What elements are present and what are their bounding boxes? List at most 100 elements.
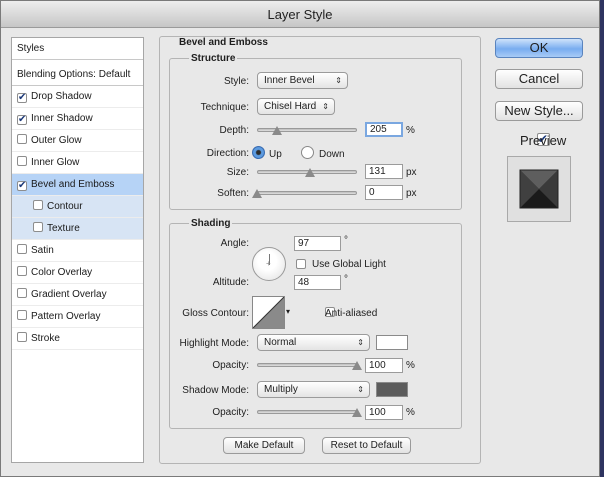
style-label: Style:: [223, 76, 249, 87]
shadow-color-swatch[interactable]: [376, 382, 408, 397]
blending-options[interactable]: Blending Options: Default: [12, 64, 143, 86]
style-item-inner-glow[interactable]: Inner Glow: [12, 152, 143, 174]
size-field[interactable]: 131: [365, 164, 403, 179]
angle-field[interactable]: 97: [294, 236, 341, 251]
style-checkbox[interactable]: [17, 244, 27, 254]
style-checkbox[interactable]: [17, 134, 27, 144]
style-checkbox[interactable]: [17, 310, 27, 320]
direction-up-radio[interactable]: [252, 146, 265, 159]
style-item-label: Texture: [47, 223, 80, 234]
styles-header[interactable]: Styles: [12, 38, 143, 60]
direction-label: Direction:: [206, 148, 249, 159]
make-default-button[interactable]: Make Default: [223, 437, 305, 454]
angle-unit: °: [344, 235, 348, 246]
shadow-mode-value: Multiply: [264, 384, 298, 395]
style-item-bevel-and-emboss[interactable]: ✔ Bevel and Emboss: [12, 174, 143, 196]
style-item-texture[interactable]: Texture: [12, 218, 143, 240]
technique-select[interactable]: Chisel Hard ⇕: [257, 98, 335, 115]
style-checkbox[interactable]: [17, 288, 27, 298]
angle-dial[interactable]: +: [252, 247, 286, 281]
style-select-value: Inner Bevel: [264, 75, 315, 86]
highlight-opacity-field[interactable]: 100: [365, 358, 403, 373]
soften-slider-thumb[interactable]: [252, 189, 262, 198]
style-preview-thumbnail: [507, 156, 571, 222]
style-item-label: Stroke: [31, 333, 60, 344]
shading-group: [169, 223, 462, 429]
highlight-mode-select[interactable]: Normal ⇕: [257, 334, 370, 351]
layer-style-dialog: Layer Style Styles Blending Options: Def…: [0, 0, 600, 477]
style-select[interactable]: Inner Bevel ⇕: [257, 72, 348, 89]
soften-unit: px: [406, 188, 417, 199]
shading-title: Shading: [189, 218, 233, 229]
soften-slider[interactable]: [257, 191, 357, 195]
shadow-mode-select[interactable]: Multiply ⇕: [257, 381, 370, 398]
gloss-contour-label: Gloss Contour:: [182, 308, 249, 319]
style-item-label: Contour: [47, 201, 83, 212]
direction-up-label: Up: [269, 149, 282, 160]
reset-to-default-button[interactable]: Reset to Default: [322, 437, 411, 454]
updown-icon: ⇕: [335, 76, 342, 85]
highlight-color-swatch[interactable]: [376, 335, 408, 350]
shadow-opacity-unit: %: [406, 407, 415, 418]
style-item-satin[interactable]: Satin: [12, 240, 143, 262]
altitude-field[interactable]: 48: [294, 275, 341, 290]
style-item-label: Satin: [31, 245, 54, 256]
style-item-label: Pattern Overlay: [31, 311, 101, 322]
style-item-drop-shadow[interactable]: ✔ Drop Shadow: [12, 86, 143, 108]
style-item-label: Color Overlay: [31, 267, 93, 278]
styles-list: Styles Blending Options: Default ✔ Drop S…: [11, 37, 144, 463]
style-checkbox[interactable]: ✔: [17, 115, 27, 125]
altitude-label: Altitude:: [212, 277, 249, 288]
style-checkbox[interactable]: [33, 222, 43, 232]
style-checkbox[interactable]: [33, 200, 43, 210]
soften-field[interactable]: 0: [365, 185, 403, 200]
style-item-stroke[interactable]: Stroke: [12, 328, 143, 350]
style-item-gradient-overlay[interactable]: Gradient Overlay: [12, 284, 143, 306]
style-item-label: Outer Glow: [31, 135, 82, 146]
depth-unit: %: [406, 125, 415, 136]
highlight-opacity-thumb[interactable]: [352, 361, 362, 370]
style-item-label: Bevel and Emboss: [31, 179, 115, 190]
cancel-button[interactable]: Cancel: [495, 69, 583, 89]
window-title: Layer Style: [1, 1, 599, 28]
shadow-mode-label: Shadow Mode:: [182, 385, 249, 396]
depth-slider-thumb[interactable]: [272, 126, 282, 135]
style-item-contour[interactable]: Contour: [12, 196, 143, 218]
updown-icon: ⇕: [357, 338, 364, 347]
shadow-opacity-field[interactable]: 100: [365, 405, 403, 420]
preview-swatch-image: [519, 169, 559, 209]
ok-button[interactable]: OK: [495, 38, 583, 58]
bevel-title: Bevel and Emboss: [179, 37, 268, 48]
direction-down-label: Down: [319, 149, 345, 160]
crosshair-icon: +: [266, 259, 271, 268]
style-item-color-overlay[interactable]: Color Overlay: [12, 262, 143, 284]
highlight-mode-value: Normal: [264, 337, 297, 348]
highlight-opacity-slider[interactable]: [257, 363, 357, 367]
global-light-checkbox[interactable]: [296, 259, 306, 269]
style-checkbox[interactable]: ✔: [17, 181, 27, 191]
depth-field[interactable]: 205: [365, 122, 403, 137]
style-checkbox[interactable]: [17, 332, 27, 342]
new-style-button[interactable]: New Style...: [495, 101, 583, 121]
shadow-opacity-thumb[interactable]: [352, 408, 362, 417]
contour-curve-icon: [252, 296, 285, 329]
chevron-down-icon[interactable]: ▾: [286, 307, 290, 316]
size-label: Size:: [226, 167, 249, 178]
style-item-label: Gradient Overlay: [31, 289, 107, 300]
soften-label: Soften:: [217, 188, 249, 199]
shadow-opacity-slider[interactable]: [257, 410, 357, 414]
style-item-pattern-overlay[interactable]: Pattern Overlay: [12, 306, 143, 328]
highlight-opacity-unit: %: [406, 360, 415, 371]
updown-icon: ⇕: [357, 385, 364, 394]
structure-title: Structure: [189, 53, 238, 64]
style-item-inner-shadow[interactable]: ✔ Inner Shadow: [12, 108, 143, 130]
depth-label: Depth:: [219, 125, 249, 136]
highlight-mode-label: Highlight Mode:: [179, 338, 249, 349]
style-checkbox[interactable]: [17, 266, 27, 276]
style-checkbox[interactable]: [17, 156, 27, 166]
style-checkbox[interactable]: ✔: [17, 93, 27, 103]
size-slider-thumb[interactable]: [305, 168, 315, 177]
style-item-outer-glow[interactable]: Outer Glow: [12, 130, 143, 152]
direction-down-radio[interactable]: [301, 146, 314, 159]
gloss-contour-picker[interactable]: [252, 296, 285, 329]
